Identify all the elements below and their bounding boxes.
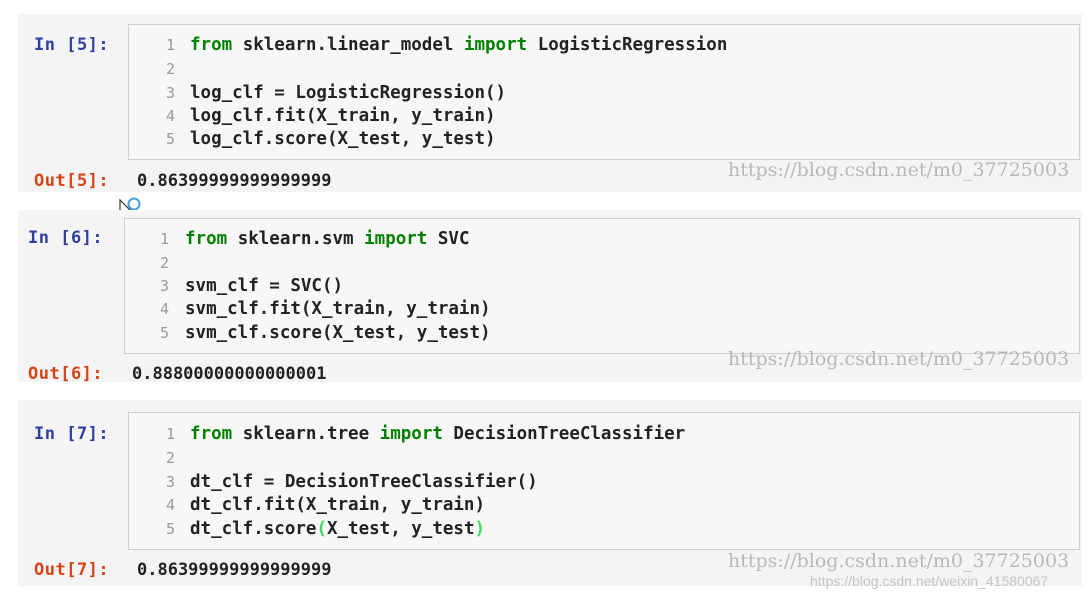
code-line: dt_clf = DecisionTreeClassifier() (190, 472, 538, 492)
line-number: 1 (159, 230, 169, 248)
watermark: https://blog.csdn.net/m0_37725003 (728, 550, 1070, 572)
cell-5-out-prompt: Out[5]: (34, 171, 110, 191)
code-line: svm_clf.fit(X_train, y_train) (185, 299, 491, 319)
line-number: 2 (165, 60, 175, 78)
code-line: log_clf = LogisticRegression() (190, 83, 507, 103)
line-number: 1 (165, 36, 175, 54)
line-number: 5 (159, 324, 169, 342)
line-number: 2 (159, 254, 169, 272)
cell-5-output-value: 0.86399999999999999 (137, 171, 332, 191)
line-number: 3 (165, 84, 175, 102)
code-line: svm_clf = SVC() (185, 276, 344, 296)
watermark: https://blog.csdn.net/m0_37725003 (728, 348, 1070, 370)
line-number: 3 (159, 277, 169, 295)
cell-6-in-prompt: In [6]: (28, 228, 104, 248)
matched-bracket: ( (316, 519, 327, 539)
line-number: 2 (165, 449, 175, 467)
cell-7-out-prompt: Out[7]: (34, 560, 110, 580)
cell-7-output-value: 0.86399999999999999 (137, 560, 332, 580)
code-line: from sklearn.linear_model import Logisti… (190, 35, 728, 55)
code-line: log_clf.fit(X_train, y_train) (190, 106, 496, 126)
code-line: svm_clf.score(X_test, y_test) (185, 323, 491, 343)
line-number: 5 (165, 520, 175, 538)
watermark: https://blog.csdn.net/m0_37725003 (728, 159, 1070, 181)
cell-6-out-prompt: Out[6]: (28, 364, 104, 384)
matched-bracket: ) (474, 519, 486, 539)
line-number: 4 (159, 300, 169, 318)
footer-watermark: https://blog.csdn.net/weixin_41580067 (810, 573, 1049, 589)
cell-7-input-area[interactable]: 1 from sklearn.tree import DecisionTreeC… (128, 412, 1080, 550)
line-number: 3 (165, 473, 175, 491)
code-line: dt_clf.fit(X_train, y_train) (190, 495, 486, 515)
cell-5-input-area[interactable]: 1 from sklearn.linear_model import Logis… (128, 24, 1080, 160)
line-number: 4 (165, 107, 175, 125)
code-line: from sklearn.svm import SVC (185, 229, 470, 249)
line-number: 5 (165, 130, 175, 148)
line-number: 4 (165, 496, 175, 514)
cell-7-in-prompt: In [7]: (34, 424, 110, 444)
cell-6-output-value: 0.88800000000000001 (132, 364, 327, 384)
cell-5-in-prompt: In [5]: (34, 35, 110, 55)
cell-6-input-area[interactable]: 1 from sklearn.svm import SVC 2 3 svm_cl… (124, 218, 1080, 354)
code-line: from sklearn.tree import DecisionTreeCla… (190, 424, 686, 444)
code-line: log_clf.score(X_test, y_test) (190, 129, 496, 149)
code-line: dt_clf.score(X_test, y_test) (190, 519, 486, 539)
line-number: 1 (165, 425, 175, 443)
